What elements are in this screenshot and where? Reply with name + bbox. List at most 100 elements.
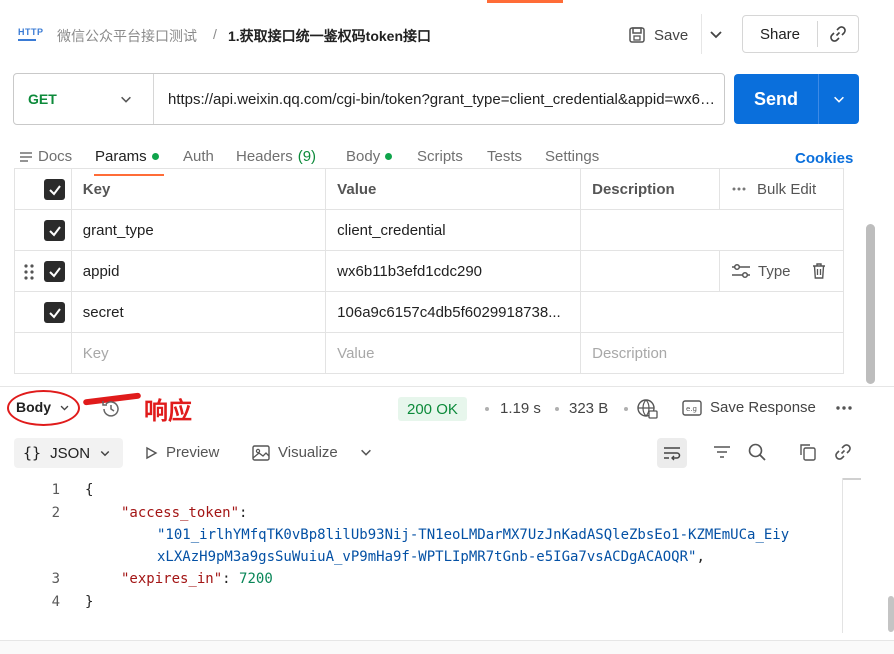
copy-icon[interactable] xyxy=(798,442,818,462)
annotation-circle xyxy=(7,390,80,426)
share-button[interactable]: Share xyxy=(743,26,817,43)
method-label: GET xyxy=(28,91,57,107)
save-button[interactable]: Save xyxy=(628,22,688,48)
code-scroll-indicator xyxy=(843,478,861,480)
pane-divider[interactable] xyxy=(0,386,894,387)
tab-headers[interactable]: Headers (9) xyxy=(236,148,316,165)
response-size[interactable]: 323 B xyxy=(569,400,608,417)
param-checkbox[interactable] xyxy=(44,302,65,323)
url-input[interactable]: https://api.weixin.qq.com/cgi-bin/token?… xyxy=(154,91,719,108)
active-tab-indicator xyxy=(487,0,563,3)
json-string: xLXAzH9pM3a9gsSuWuiuA_vP9mHa9f-WPTLIpMR7… xyxy=(157,549,697,565)
response-format-select[interactable]: {} JSON xyxy=(14,438,123,468)
status-badge[interactable]: 200 OK xyxy=(398,397,467,421)
code-scroll-track xyxy=(842,478,843,633)
code-comma: , xyxy=(696,549,705,565)
preview-label: Preview xyxy=(166,444,220,461)
tab-settings[interactable]: Settings xyxy=(545,148,599,165)
cookies-link[interactable]: Cookies xyxy=(795,150,853,167)
table-row: appid wx6b11b3efd1cdc290 Type xyxy=(14,250,845,292)
visualize-label: Visualize xyxy=(278,444,338,461)
search-icon[interactable] xyxy=(747,442,767,462)
json-key: "access_token" xyxy=(121,505,240,521)
more-horizontal-icon[interactable] xyxy=(834,398,854,418)
history-icon[interactable] xyxy=(100,398,122,420)
tab-tests-label: Tests xyxy=(487,148,523,165)
link-icon xyxy=(830,26,846,42)
code-line: "expires_in": 7200 xyxy=(121,571,273,587)
scrollbar-thumb[interactable] xyxy=(866,224,875,384)
param-description[interactable] xyxy=(580,209,844,251)
response-time[interactable]: 1.19 s xyxy=(500,400,541,417)
table-header-row: Key Value Description Bulk Edit xyxy=(14,168,845,210)
request-url-bar: GET https://api.weixin.qq.com/cgi-bin/to… xyxy=(13,73,725,125)
line-number: 2 xyxy=(51,505,60,521)
link-icon[interactable] xyxy=(833,442,853,462)
tab-scripts-label: Scripts xyxy=(417,148,463,165)
param-checkbox[interactable] xyxy=(44,261,65,282)
scrollbar-thumb[interactable] xyxy=(888,596,894,632)
column-header-key: Key xyxy=(70,168,327,210)
tab-auth-label: Auth xyxy=(183,148,214,165)
new-key-input[interactable]: Key xyxy=(70,332,327,374)
checkbox-cell xyxy=(14,250,72,292)
code-line: "access_token": xyxy=(121,505,247,521)
checkbox-cell xyxy=(14,291,72,333)
wrap-lines-button[interactable] xyxy=(657,438,687,468)
row-actions-cell: Type xyxy=(719,250,845,292)
breadcrumb-collection[interactable]: 微信公众平台接口测试 xyxy=(57,26,197,46)
new-description-input[interactable]: Description xyxy=(580,332,844,374)
param-value[interactable]: client_credential xyxy=(325,209,582,251)
send-button[interactable]: Send xyxy=(734,89,818,110)
annotation-text: 响应 xyxy=(144,397,192,425)
visualize-button[interactable]: Visualize xyxy=(252,444,338,461)
tab-params[interactable]: Params xyxy=(95,148,159,165)
filter-icon[interactable] xyxy=(712,442,732,462)
http-request-icon: HTTP xyxy=(18,27,44,41)
code-line: "101_irlhYMfqTK0vBp8lilUb93Nij-TN1eoLMDa… xyxy=(157,527,789,543)
separator-dot xyxy=(485,407,489,411)
code-line: } xyxy=(85,594,93,610)
checkbox-cell xyxy=(14,332,72,374)
svg-text:e.g: e.g xyxy=(686,405,697,413)
bulk-edit-button[interactable]: Bulk Edit xyxy=(757,181,816,198)
network-lock-icon[interactable] xyxy=(636,398,658,420)
tab-body[interactable]: Body xyxy=(346,148,393,165)
body-active-dot xyxy=(385,153,393,160)
select-all-checkbox[interactable] xyxy=(44,179,65,200)
bulk-edit-cell[interactable]: Bulk Edit xyxy=(718,168,845,210)
request-title[interactable]: 1.获取接口统一鉴权码token接口 xyxy=(228,26,431,46)
tab-tests[interactable]: Tests xyxy=(487,148,522,165)
trash-icon[interactable] xyxy=(812,263,826,279)
preview-button[interactable]: Preview xyxy=(144,444,219,461)
column-header-value: Value xyxy=(325,168,582,210)
http-icon-label: HTTP xyxy=(18,27,44,37)
table-row: grant_type client_credential xyxy=(14,209,844,251)
header-checkbox-cell xyxy=(14,168,72,210)
drag-handle-icon[interactable] xyxy=(23,263,35,281)
copy-link-button[interactable] xyxy=(818,24,858,44)
chevron-down-icon[interactable] xyxy=(359,445,373,459)
type-button[interactable]: Type xyxy=(758,263,791,280)
param-description[interactable] xyxy=(580,291,844,333)
param-value[interactable]: 106a9c6157c4db5f6029918738... xyxy=(325,291,582,333)
chevron-down-icon[interactable] xyxy=(708,26,724,42)
tab-scripts[interactable]: Scripts xyxy=(417,148,463,165)
send-options-button[interactable] xyxy=(819,92,859,106)
param-key[interactable]: secret xyxy=(70,291,327,333)
divider xyxy=(701,14,702,54)
format-label: JSON xyxy=(50,444,91,462)
param-checkbox[interactable] xyxy=(44,220,65,241)
new-value-input[interactable]: Value xyxy=(325,332,582,374)
param-value[interactable]: wx6b11b3efd1cdc290 xyxy=(325,250,582,292)
tab-docs[interactable]: Docs xyxy=(19,148,72,165)
tab-auth[interactable]: Auth xyxy=(183,148,214,165)
param-key[interactable]: appid xyxy=(70,250,327,292)
save-response-button[interactable]: e.g Save Response xyxy=(682,399,816,416)
new-param-row: Key Value Description xyxy=(14,332,844,374)
param-key[interactable]: grant_type xyxy=(70,209,327,251)
type-sliders-icon[interactable] xyxy=(731,263,751,279)
chevron-down-icon xyxy=(100,450,110,457)
http-method-select[interactable]: GET xyxy=(14,74,154,124)
param-description[interactable] xyxy=(580,250,720,292)
